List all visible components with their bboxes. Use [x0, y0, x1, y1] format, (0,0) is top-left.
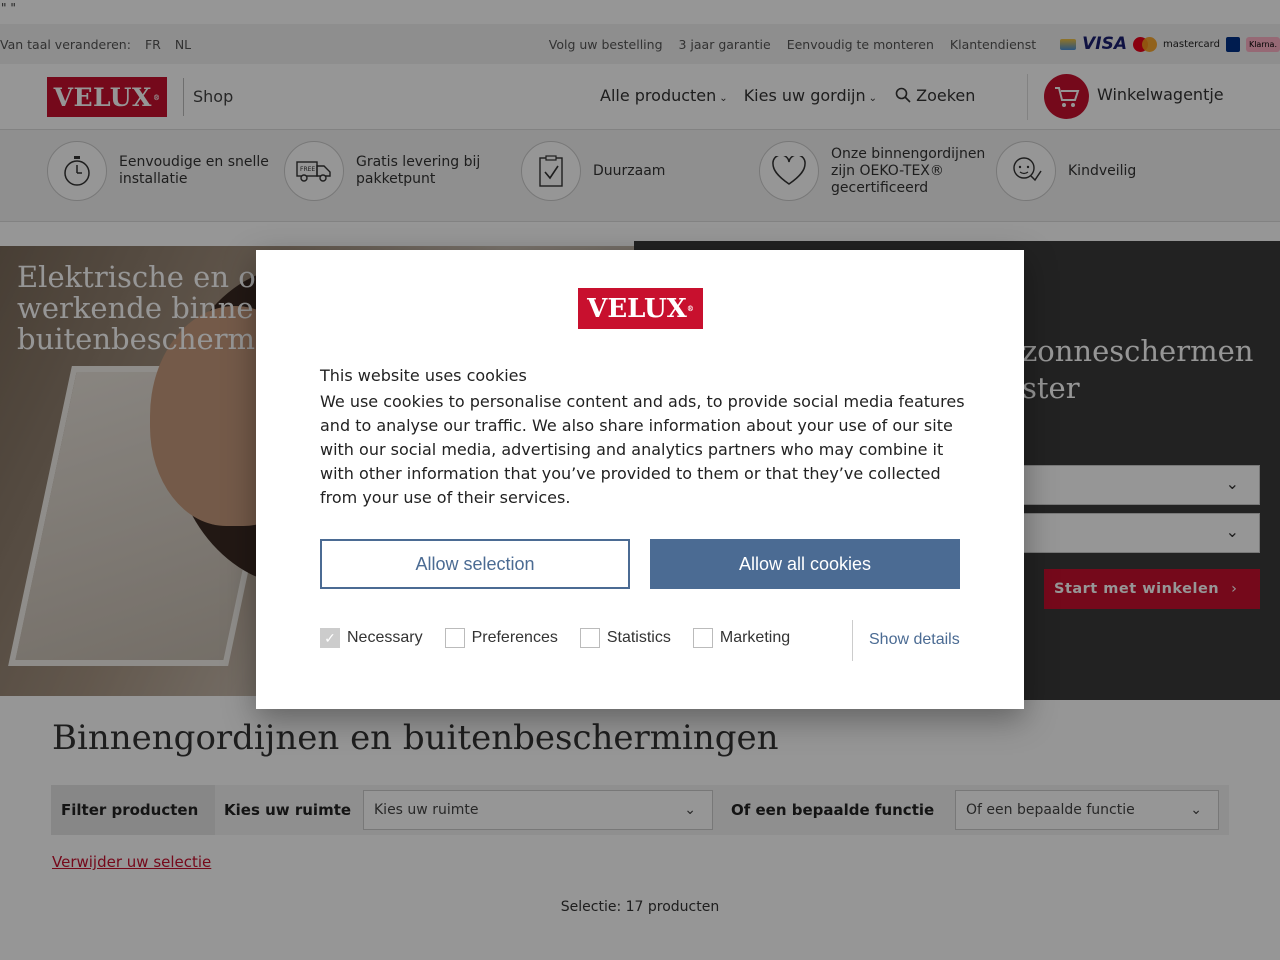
allow-selection-button[interactable]: Allow selection — [320, 539, 630, 589]
checkbox-box — [692, 628, 713, 648]
marketing-checkbox[interactable]: Marketing — [692, 628, 790, 648]
necessary-checkbox[interactable]: ✓ Necessary — [320, 628, 423, 648]
dialog-velux-logo: VELUX ® — [578, 288, 703, 329]
cookie-consent-dialog: VELUX ® This website uses cookies We use … — [256, 250, 1024, 709]
checkbox-box — [579, 628, 600, 648]
cookie-body: We use cookies to personalise content an… — [320, 392, 965, 507]
checkmark-icon: ✓ — [320, 628, 340, 648]
allow-all-cookies-button[interactable]: Allow all cookies — [650, 539, 960, 589]
statistics-checkbox[interactable]: Statistics — [579, 628, 671, 648]
dialog-divider — [852, 620, 853, 661]
cookie-categories: ✓ Necessary Preferences Statistics Market… — [320, 628, 812, 648]
show-details-link[interactable]: Show details — [869, 631, 960, 649]
checkbox-box — [444, 628, 465, 648]
preferences-checkbox[interactable]: Preferences — [444, 628, 558, 648]
cookie-title: This website uses cookies — [320, 366, 527, 385]
